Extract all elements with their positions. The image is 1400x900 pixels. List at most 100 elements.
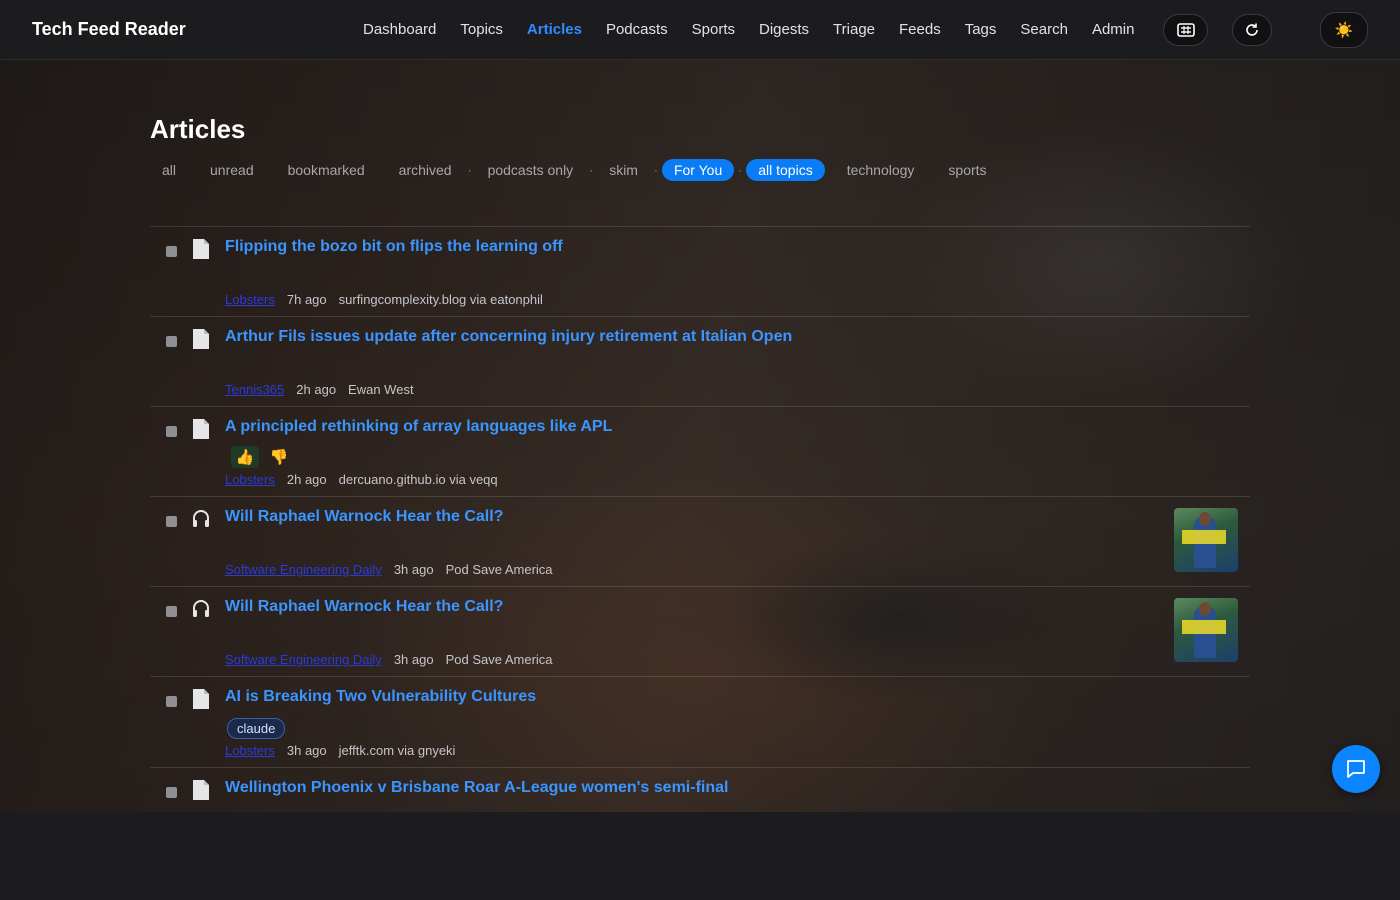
nav-articles[interactable]: Articles	[527, 21, 582, 38]
article-title[interactable]: Will Raphael Warnock Hear the Call?	[225, 508, 503, 526]
thumbs-down-icon[interactable]: 👎	[265, 446, 293, 468]
article-row[interactable]: AI is Breaking Two Vulnerability Culture…	[150, 677, 1250, 768]
headphones-icon	[193, 510, 209, 527]
source-link[interactable]: Software Engineering Daily	[225, 562, 382, 577]
article-origin: Pod Save America	[445, 562, 553, 577]
nav-dashboard[interactable]: Dashboard	[363, 21, 436, 38]
filter-technology[interactable]: technology	[835, 159, 927, 181]
source-link[interactable]: Software Engineering Daily	[225, 652, 382, 667]
article-row[interactable]: Will Raphael Warnock Hear the Call? Soft…	[150, 587, 1250, 677]
headphones-icon	[193, 600, 209, 617]
filter-all-topics[interactable]: all topics	[746, 159, 825, 181]
page-footer-area	[0, 812, 1400, 900]
thumbnail-figure-head	[1199, 602, 1211, 616]
nav-sports[interactable]: Sports	[692, 21, 735, 38]
keyboard-shortcuts-button[interactable]	[1163, 14, 1208, 46]
nav-triage[interactable]: Triage	[833, 21, 875, 38]
chat-button[interactable]	[1332, 745, 1380, 793]
select-checkbox[interactable]	[166, 606, 177, 617]
article-meta: Software Engineering Daily 3h ago Pod Sa…	[225, 652, 553, 667]
article-title[interactable]: AI is Breaking Two Vulnerability Culture…	[225, 688, 536, 706]
select-checkbox[interactable]	[166, 426, 177, 437]
article-title[interactable]: Flipping the bozo bit on flips the learn…	[225, 238, 563, 256]
select-checkbox[interactable]	[166, 787, 177, 798]
article-age: 3h ago	[286, 743, 327, 758]
sun-icon: ☀️	[1334, 22, 1354, 39]
filter-separator: ·	[653, 163, 658, 177]
filter-separator: ·	[738, 163, 743, 177]
refresh-icon	[1246, 23, 1258, 36]
filter-bar: all unread bookmarked archived · podcast…	[150, 158, 999, 182]
nav-search[interactable]: Search	[1020, 21, 1068, 38]
keyboard-icon	[1176, 23, 1195, 37]
nav-feeds[interactable]: Feeds	[899, 21, 941, 38]
document-icon	[193, 239, 209, 259]
article-list: Flipping the bozo bit on flips the learn…	[150, 226, 1250, 812]
thumbs-up-icon[interactable]: 👍	[231, 446, 259, 468]
select-checkbox[interactable]	[166, 696, 177, 707]
article-meta: Lobsters 7h ago surfingcomplexity.blog v…	[225, 292, 543, 307]
main-nav: Dashboard Topics Articles Podcasts Sport…	[363, 21, 1158, 38]
article-title[interactable]: A principled rethinking of array languag…	[225, 418, 612, 436]
thumbnail-figure-head	[1199, 512, 1211, 526]
filter-for-you[interactable]: For You	[661, 159, 735, 181]
article-row[interactable]: Wellington Phoenix v Brisbane Roar A-Lea…	[150, 768, 1250, 812]
nav-digests[interactable]: Digests	[759, 21, 809, 38]
article-row[interactable]: Will Raphael Warnock Hear the Call? Soft…	[150, 497, 1250, 587]
source-link[interactable]: Lobsters	[225, 292, 275, 307]
article-row[interactable]: Arthur Fils issues update after concerni…	[150, 317, 1250, 407]
thumbnail-banner	[1182, 530, 1226, 544]
nav-podcasts[interactable]: Podcasts	[606, 21, 668, 38]
article-age: 3h ago	[393, 652, 434, 667]
article-origin: dercuano.github.io via veqq	[338, 472, 498, 487]
app-title[interactable]: Tech Feed Reader	[32, 19, 186, 40]
filter-archived[interactable]: archived	[387, 159, 464, 181]
article-origin: Pod Save America	[445, 652, 553, 667]
vote-buttons: 👍 👎	[231, 446, 293, 468]
document-icon	[193, 329, 209, 349]
article-meta: Lobsters 2h ago dercuano.github.io via v…	[225, 472, 498, 487]
refresh-button[interactable]	[1232, 14, 1272, 46]
theme-toggle-button[interactable]: ☀️	[1320, 12, 1368, 48]
article-title[interactable]: Wellington Phoenix v Brisbane Roar A-Lea…	[225, 779, 728, 797]
article-title[interactable]: Arthur Fils issues update after concerni…	[225, 328, 792, 346]
article-row[interactable]: Flipping the bozo bit on flips the learn…	[150, 227, 1250, 317]
nav-admin[interactable]: Admin	[1092, 21, 1135, 38]
source-link[interactable]: Lobsters	[225, 472, 275, 487]
article-meta: Software Engineering Daily 3h ago Pod Sa…	[225, 562, 553, 577]
article-meta: Tennis365 2h ago Ewan West	[225, 382, 414, 397]
page-title: Articles	[150, 114, 246, 144]
podcast-thumbnail[interactable]	[1174, 508, 1238, 572]
podcast-thumbnail[interactable]	[1174, 598, 1238, 662]
document-icon	[193, 419, 209, 439]
filter-unread[interactable]: unread	[198, 159, 266, 181]
article-origin: Ewan West	[348, 382, 414, 397]
article-title[interactable]: Will Raphael Warnock Hear the Call?	[225, 598, 503, 616]
nav-tags[interactable]: Tags	[965, 21, 997, 38]
article-age: 2h ago	[286, 472, 327, 487]
tag-chip[interactable]: claude	[227, 718, 286, 739]
article-meta: Lobsters 3h ago jefftk.com via gnyeki	[225, 743, 455, 758]
filter-skim[interactable]: skim	[597, 159, 650, 181]
article-origin: surfingcomplexity.blog via eatonphil	[338, 292, 543, 307]
filter-bookmarked[interactable]: bookmarked	[276, 159, 377, 181]
select-checkbox[interactable]	[166, 246, 177, 257]
article-row[interactable]: A principled rethinking of array languag…	[150, 407, 1250, 497]
document-icon	[193, 780, 209, 800]
nav-topics[interactable]: Topics	[460, 21, 503, 38]
chat-icon	[1347, 760, 1365, 778]
filter-separator: ·	[467, 163, 472, 177]
document-icon	[193, 689, 209, 709]
article-age: 3h ago	[393, 562, 434, 577]
thumbnail-banner	[1182, 620, 1226, 634]
source-link[interactable]: Lobsters	[225, 743, 275, 758]
top-navigation-bar: Tech Feed Reader Dashboard Topics Articl…	[0, 0, 1400, 60]
filter-podcasts-only[interactable]: podcasts only	[476, 159, 586, 181]
select-checkbox[interactable]	[166, 516, 177, 527]
select-checkbox[interactable]	[166, 336, 177, 347]
filter-all[interactable]: all	[150, 159, 188, 181]
source-link[interactable]: Tennis365	[225, 382, 284, 397]
filter-separator: ·	[589, 163, 594, 177]
article-age: 2h ago	[296, 382, 337, 397]
filter-sports[interactable]: sports	[936, 159, 998, 181]
